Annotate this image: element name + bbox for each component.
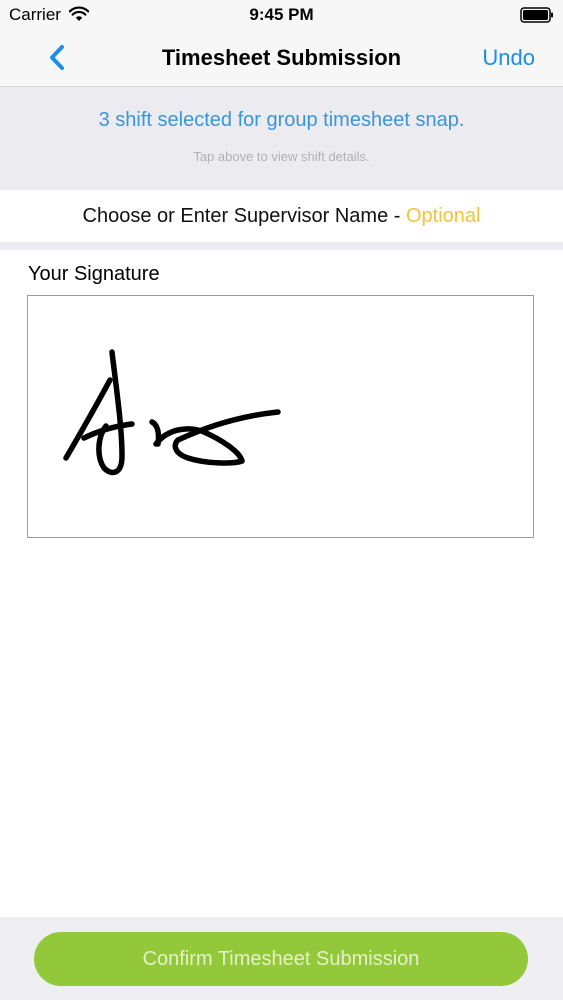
undo-button[interactable]: Undo <box>482 45 535 71</box>
signature-pad[interactable] <box>27 295 534 538</box>
shift-details-panel[interactable]: 3 shift selected for group timesheet sna… <box>0 87 563 190</box>
shift-summary-text: 3 shift selected for group timesheet sna… <box>98 109 465 131</box>
status-bar: Carrier 9:45 PM <box>0 0 563 30</box>
bottom-action-bar: Confirm Timesheet Submission <box>0 917 563 1000</box>
supervisor-prompt: Choose or Enter Supervisor Name - Option… <box>0 205 563 228</box>
signature-drawing <box>63 349 281 476</box>
page-title: Timesheet Submission <box>161 45 402 70</box>
supervisor-prompt-label: Choose or Enter Supervisor Name - <box>82 205 406 227</box>
status-time: 9:45 PM <box>249 5 314 24</box>
signature-label: Your Signature <box>28 263 160 285</box>
battery-icon <box>520 7 553 23</box>
confirm-submission-button[interactable]: Confirm Timesheet Submission <box>34 932 528 986</box>
shift-hint-text: Tap above to view shift details. <box>193 149 370 164</box>
optional-label: Optional <box>405 205 481 227</box>
section-divider <box>0 242 563 250</box>
supervisor-name-field[interactable]: Choose or Enter Supervisor Name - Option… <box>0 190 563 242</box>
navigation-bar: Timesheet Submission Undo <box>0 30 563 87</box>
